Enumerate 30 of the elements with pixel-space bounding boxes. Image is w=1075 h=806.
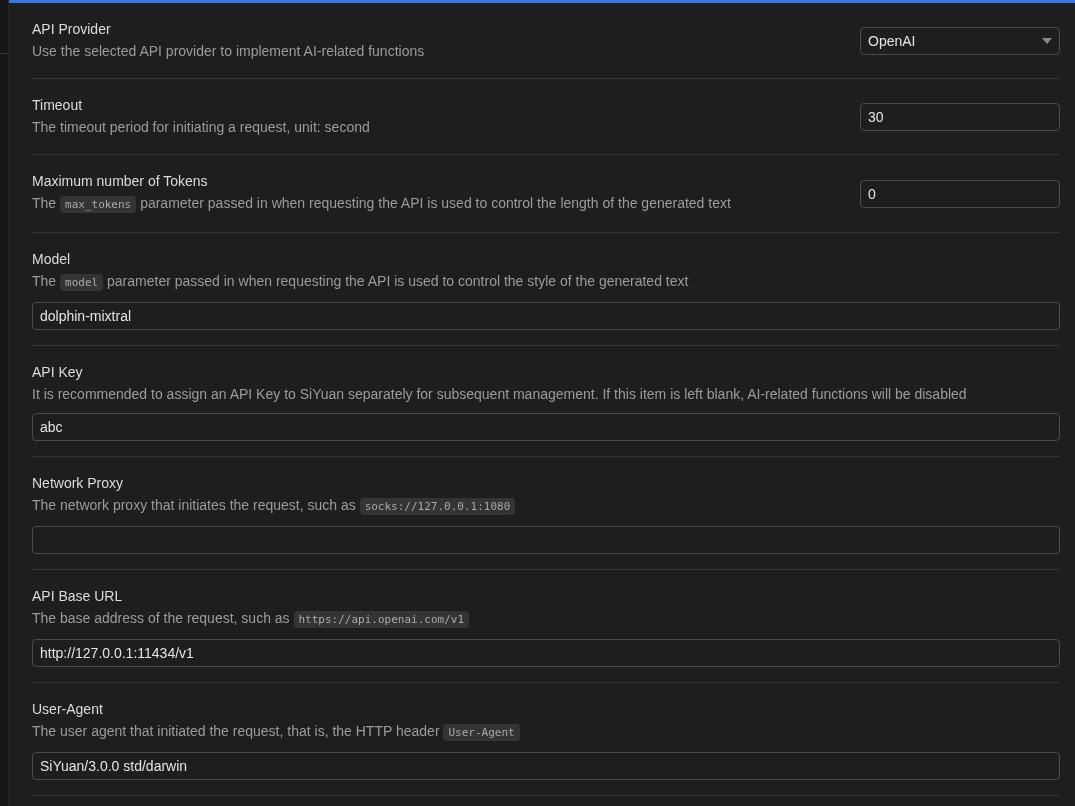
- input-field[interactable]: 30: [860, 103, 1060, 131]
- setting-description: It is recommended to assign an API Key to SiYuan separately for subsequent management. If this item is left blank, AI-related functions will be disabled: [32, 385, 968, 404]
- setting-title: API Provider: [32, 20, 112, 39]
- setting-title: Network Proxy: [32, 474, 125, 493]
- setting-title: User-Agent: [32, 700, 104, 719]
- setting-title: Timeout: [32, 96, 84, 115]
- setting-description: The model parameter passed in when requesting the API is used to control the style of the generated text: [32, 272, 690, 293]
- input-field[interactable]: http://127.0.0.1:11434/v1: [32, 639, 1060, 667]
- code-snippet: https://api.openai.com/v1: [293, 611, 470, 628]
- code-snippet: model: [60, 274, 104, 291]
- code-snippet: max_tokens: [60, 196, 137, 213]
- caret-icon: [1042, 38, 1052, 44]
- setting-title: API Base URL: [32, 587, 124, 606]
- code-snippet: User-Agent: [443, 724, 520, 741]
- setting-description: The base address of the request, such as https://api.openai.com/v1: [32, 606, 1060, 632]
- code-snippet: socks://127.0.0.1:1080: [359, 498, 516, 515]
- setting-description: Use the selected API provider to implement AI-related functions: [32, 42, 426, 61]
- setting-title: Model: [32, 250, 72, 269]
- setting-description: The user agent that initiated the request, that is, the HTTP header User-Agent: [32, 719, 1060, 745]
- input-field[interactable]: dolphin-mixtral: [32, 302, 1060, 330]
- input-field[interactable]: abc: [32, 413, 1060, 441]
- setting-title: API Key: [32, 363, 84, 382]
- input-field[interactable]: 0: [860, 180, 1060, 208]
- setting-description: The timeout period for initiating a request, unit: second: [32, 118, 371, 137]
- setting-description: The max_tokens parameter passed in when requesting the API is used to control the length of the generated text: [32, 194, 732, 215]
- provider-dropdown[interactable]: OpenAI: [860, 27, 1060, 55]
- input-field[interactable]: [32, 526, 1060, 554]
- input-field[interactable]: SiYuan/3.0.0 std/darwin: [32, 752, 1060, 780]
- setting-description: The network proxy that initiates the request, such as socks://127.0.0.1:1080: [32, 493, 1060, 519]
- setting-title: Maximum number of Tokens: [32, 172, 209, 191]
